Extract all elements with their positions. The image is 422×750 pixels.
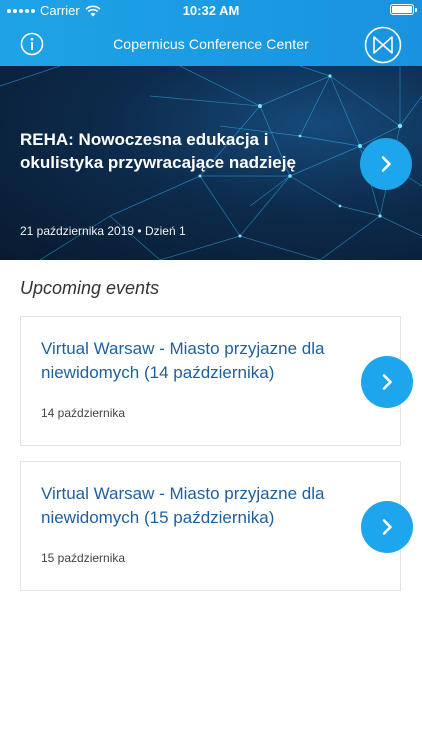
chevron-right-icon — [382, 519, 392, 535]
upcoming-events-heading: Upcoming events — [20, 278, 160, 298]
page-title: Copernicus Conference Center — [113, 36, 309, 52]
battery-icon — [390, 4, 417, 15]
featured-event-title: REHA: Nowoczesna edukacja i okulistyka p… — [20, 130, 296, 172]
status-bar: Carrier 10:32 AM — [0, 0, 422, 22]
event-card[interactable]: Virtual Warsaw - Miasto przyjazne dla ni… — [20, 316, 413, 446]
event-card[interactable]: Virtual Warsaw - Miasto przyjazne dla ni… — [20, 461, 413, 591]
conference-logo-icon[interactable] — [364, 26, 402, 64]
event-date: 14 października — [41, 406, 126, 420]
event-date: 15 października — [41, 551, 126, 565]
featured-event-open-button[interactable] — [360, 138, 412, 190]
event-open-button[interactable] — [361, 356, 413, 408]
chevron-right-icon — [382, 374, 392, 390]
status-time: 10:32 AM — [182, 3, 240, 18]
event-open-button[interactable] — [361, 501, 413, 553]
event-title[interactable]: Virtual Warsaw - Miasto przyjazne dla ni… — [41, 482, 341, 530]
app-header: Carrier 10:32 AM Copernicus Conference C… — [0, 0, 422, 66]
featured-event-banner[interactable]: REHA: Nowoczesna edukacja i okulistyka p… — [0, 66, 422, 260]
info-icon[interactable] — [20, 32, 44, 56]
featured-event-date: 21 października 2019 • Dzień 1 — [20, 224, 186, 238]
event-title[interactable]: Virtual Warsaw - Miasto przyjazne dla ni… — [41, 337, 341, 385]
chevron-right-icon — [381, 156, 391, 172]
